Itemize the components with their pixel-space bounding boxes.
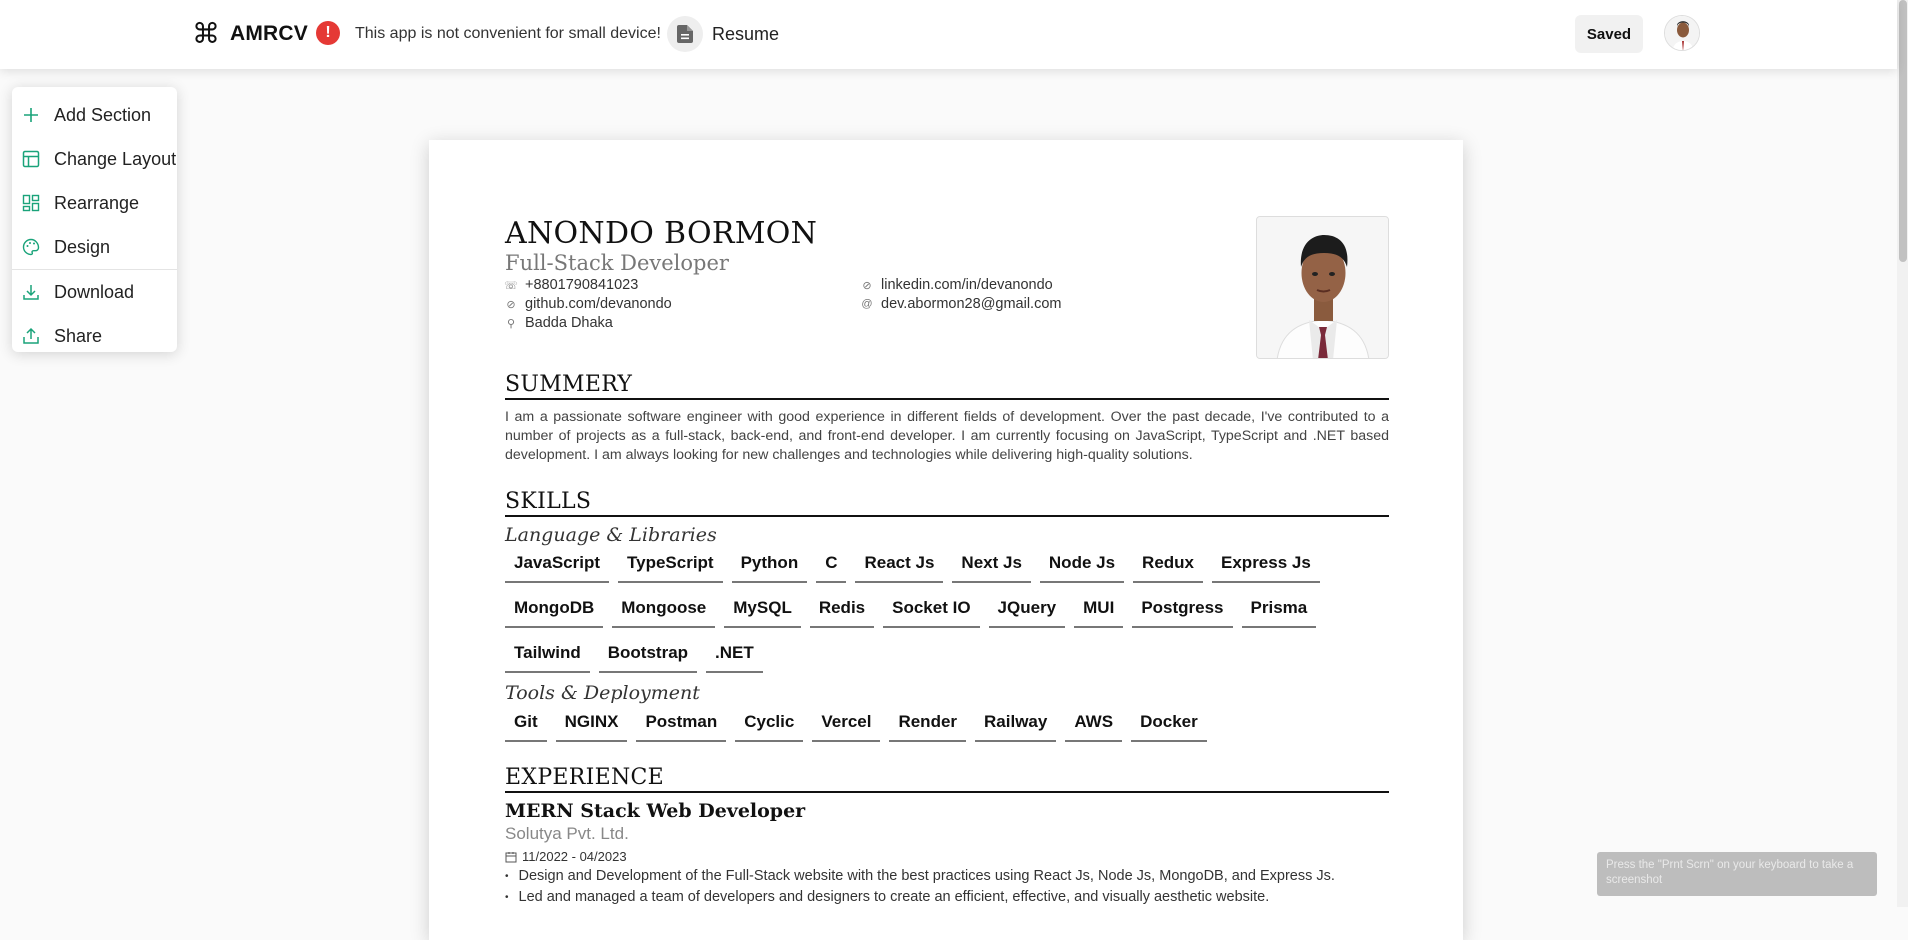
download-icon xyxy=(23,285,39,300)
contact-location-text: Badda Dhaka xyxy=(525,315,613,331)
warning-text: This app is not convenient for small dev… xyxy=(355,25,661,42)
calendar-icon xyxy=(505,851,517,862)
summary-heading[interactable]: SUMMERY xyxy=(505,372,1389,400)
contact-phone-text: +8801790841023 xyxy=(525,277,639,293)
grid-icon xyxy=(22,194,40,212)
skill-chip[interactable]: AWS xyxy=(1065,706,1123,742)
rearrange-button[interactable]: Rearrange xyxy=(12,181,177,225)
contact-location[interactable]: ⚲ Badda Dhaka xyxy=(505,315,613,331)
skill-chip[interactable]: Render xyxy=(889,706,967,742)
experience-heading[interactable]: EXPERIENCE xyxy=(505,765,1389,793)
change-layout-button[interactable]: Change Layout xyxy=(12,137,177,181)
list-item[interactable]: • Design and Development of the Full-Stac… xyxy=(505,866,1389,887)
plus-icon xyxy=(24,108,38,122)
palette-icon xyxy=(22,238,40,256)
skill-chip[interactable]: TypeScript xyxy=(618,547,723,583)
layout-icon xyxy=(22,150,40,168)
list-item[interactable]: • Led and managed a team of developers an… xyxy=(505,887,1389,908)
brand-name: AMRCV xyxy=(230,22,308,45)
skill-chip[interactable]: Tailwind xyxy=(505,637,590,673)
skill-chip[interactable]: Bootstrap xyxy=(598,637,698,673)
screenshot-hint-toast: Press the "Prnt Scrn" on your keyboard t… xyxy=(1597,852,1877,896)
skill-chip[interactable]: NGINX xyxy=(555,706,628,742)
skill-chip[interactable]: JQuery xyxy=(988,592,1066,628)
menu-item-label: Change Layout xyxy=(54,148,177,169)
contact-phone[interactable]: ☏ +8801790841023 xyxy=(504,277,639,293)
contact-linkedin-text: linkedin.com/in/devanondo xyxy=(881,277,1053,293)
share-icon xyxy=(23,327,39,344)
resume-job-title[interactable]: Full-Stack Developer xyxy=(505,251,729,275)
download-button[interactable]: Download xyxy=(12,270,177,314)
skill-chip[interactable]: Express Js xyxy=(1212,547,1320,583)
link-icon: ⊘ xyxy=(862,279,872,292)
job-dates[interactable]: 11/2022 - 04/2023 xyxy=(505,849,627,864)
profile-photo[interactable] xyxy=(1256,216,1389,359)
job-bullets: • Design and Development of the Full-Stac… xyxy=(505,866,1389,908)
contact-email[interactable]: @ dev.abormon28@gmail.com xyxy=(861,296,1061,312)
skill-chip[interactable]: JavaScript xyxy=(505,547,609,583)
skill-chip[interactable]: Prisma xyxy=(1241,592,1317,628)
company-name[interactable]: Solutya Pvt. Ltd. xyxy=(505,824,629,844)
side-menu: Add Section Change Layout Rearrange Desi… xyxy=(12,87,177,352)
skill-chip[interactable]: MongoDB xyxy=(505,592,604,628)
contact-linkedin[interactable]: ⊘ linkedin.com/in/devanondo xyxy=(861,277,1053,293)
bullet-text: Design and Development of the Full-Stack… xyxy=(518,868,1335,884)
phone-icon: ☏ xyxy=(504,279,518,292)
resume-name[interactable]: ANONDO BORMON xyxy=(505,216,817,251)
skill-chip[interactable]: Next Js xyxy=(952,547,1031,583)
skill-chips-languages: JavaScript TypeScript Python C React Js … xyxy=(505,547,1389,673)
add-section-button[interactable]: Add Section xyxy=(12,93,177,137)
document-title[interactable]: Resume xyxy=(712,24,779,45)
document-icon[interactable] xyxy=(667,16,703,52)
skill-chip[interactable]: Postgress xyxy=(1132,592,1233,628)
share-button[interactable]: Share xyxy=(12,314,177,358)
skill-chip[interactable]: Redux xyxy=(1133,547,1204,583)
link-icon: ⊘ xyxy=(506,298,516,311)
summary-text[interactable]: I am a passionate software engineer with… xyxy=(505,408,1389,465)
contact-github-text: github.com/devanondo xyxy=(525,296,672,312)
resume-page: ANONDO BORMON Full-Stack Developer ☏ +88… xyxy=(429,140,1463,940)
contact-email-text: dev.abormon28@gmail.com xyxy=(881,296,1062,312)
skill-chip[interactable]: Git xyxy=(505,706,547,742)
skill-chip[interactable]: Socket IO xyxy=(883,592,980,628)
skill-chip[interactable]: Docker xyxy=(1131,706,1207,742)
menu-item-label: Rearrange xyxy=(54,192,140,213)
skill-chip[interactable]: MUI xyxy=(1074,592,1124,628)
skill-chip[interactable]: Vercel xyxy=(812,706,881,742)
brand[interactable]: ⌘ AMRCV xyxy=(192,20,308,48)
skill-chip[interactable]: Postman xyxy=(636,706,727,742)
location-pin-icon: ⚲ xyxy=(506,317,516,330)
skill-chip[interactable]: Railway xyxy=(975,706,1057,742)
skill-chips-tools: Git NGINX Postman Cyclic Vercel Render R… xyxy=(505,706,1389,742)
skill-chip[interactable]: Cyclic xyxy=(735,706,804,742)
menu-item-label: Download xyxy=(54,281,135,302)
top-bar: ⌘ AMRCV ! This app is not convenient for… xyxy=(0,0,1897,69)
contact-github[interactable]: ⊘ github.com/devanondo xyxy=(505,296,672,312)
skill-chip[interactable]: MySQL xyxy=(724,592,801,628)
skill-group-title[interactable]: Tools & Deployment xyxy=(505,682,700,704)
menu-item-label: Share xyxy=(54,325,103,346)
skills-heading[interactable]: SKILLS xyxy=(505,489,1389,517)
skill-chip[interactable]: C xyxy=(816,547,847,583)
skill-group-title[interactable]: Language & Libraries xyxy=(505,524,717,546)
command-icon: ⌘ xyxy=(192,17,220,50)
skill-chip[interactable]: .NET xyxy=(706,637,763,673)
skill-chip[interactable]: Redis xyxy=(809,592,875,628)
design-button[interactable]: Design xyxy=(12,225,177,269)
skill-chip[interactable]: React Js xyxy=(855,547,944,583)
saved-status-button[interactable]: Saved xyxy=(1575,15,1643,53)
bullet-text: Led and managed a team of developers and… xyxy=(518,889,1270,905)
skill-chip[interactable]: Mongoose xyxy=(612,592,716,628)
menu-item-label: Design xyxy=(54,236,111,257)
warning-icon: ! xyxy=(316,21,340,45)
at-icon: @ xyxy=(861,298,873,310)
menu-item-label: Add Section xyxy=(54,104,152,125)
job-role[interactable]: MERN Stack Web Developer xyxy=(505,800,805,822)
job-dates-text: 11/2022 - 04/2023 xyxy=(522,849,627,864)
scrollbar-thumb[interactable] xyxy=(1899,0,1907,262)
skill-chip[interactable]: Python xyxy=(731,547,808,583)
user-avatar[interactable] xyxy=(1664,15,1700,51)
skill-chip[interactable]: Node Js xyxy=(1039,547,1125,583)
